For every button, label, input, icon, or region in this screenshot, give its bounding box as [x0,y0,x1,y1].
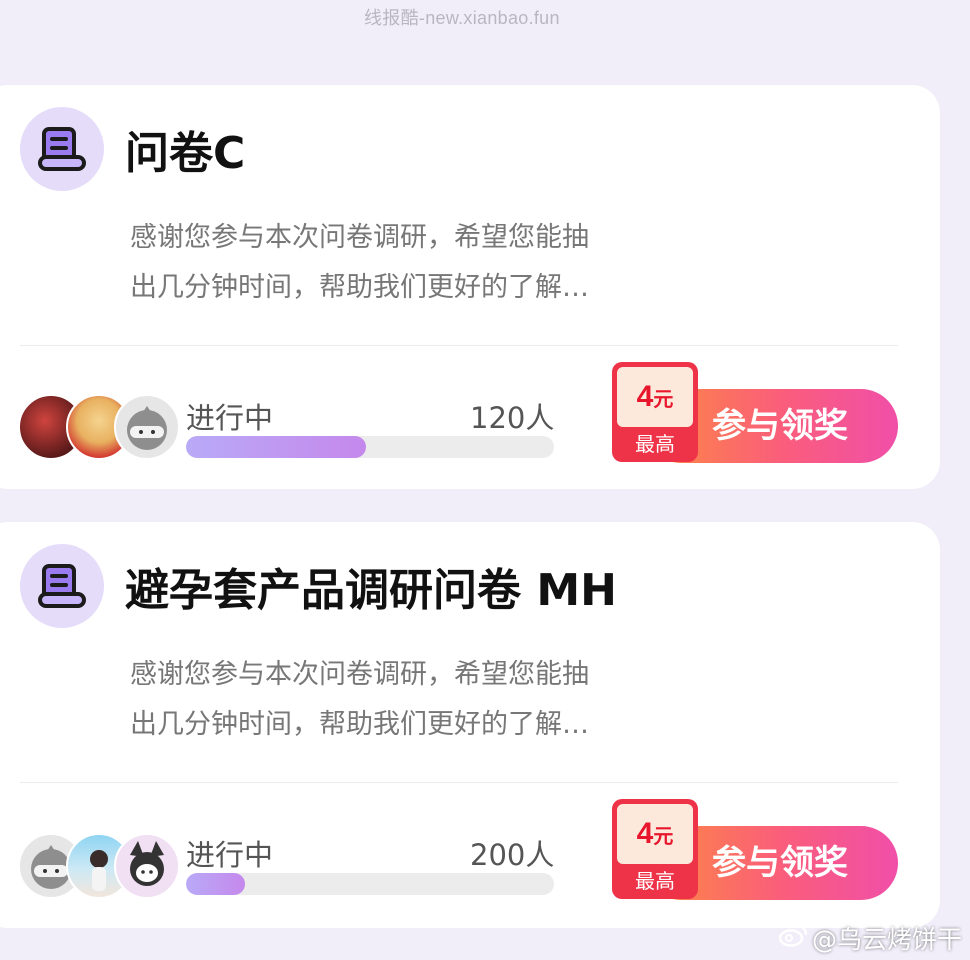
progress-fill [186,436,367,458]
survey-description: 感谢您参与本次问卷调研，希望您能抽 出几分钟时间，帮助我们更好的了解… [130,650,650,750]
reward-amount: 4 [636,817,654,850]
status-label: 进行中 [186,838,274,872]
reward-caption: 最高 [635,869,675,893]
survey-description: 感谢您参与本次问卷调研，希望您能抽 出几分钟时间，帮助我们更好的了解… [130,213,650,313]
description-line: 感谢您参与本次问卷调研，希望您能抽 [130,659,589,690]
reward-amount: 4 [636,380,654,413]
reward-badge: 4元 最高 [612,362,698,462]
survey-title: 避孕套产品调研问卷 MH [125,565,617,616]
survey-title: 问卷C [125,128,246,179]
survey-card[interactable]: 避孕套产品调研问卷 MH 感谢您参与本次问卷调研，希望您能抽 出几分钟时间，帮助… [0,522,940,928]
description-line: 出几分钟时间，帮助我们更好的了解… [130,709,589,740]
progress-fill [186,873,245,895]
reward-unit: 元 [653,389,674,411]
avatar [114,394,180,460]
description-line: 感谢您参与本次问卷调研，希望您能抽 [130,222,589,253]
join-reward-label: 参与领奖 [712,406,848,446]
progress-bar [186,873,554,895]
participant-count: 120人 [470,401,555,435]
status-label: 进行中 [186,401,274,435]
divider [20,782,898,783]
participant-avatars [18,394,180,460]
reward-caption: 最高 [635,432,675,456]
watermark-text: 线报酷-new.xianbao.fun [364,8,560,28]
participant-avatars [18,833,180,899]
join-reward-label: 参与领奖 [712,843,848,883]
survey-card[interactable]: 问卷C 感谢您参与本次问卷调研，希望您能抽 出几分钟时间，帮助我们更好的了解… … [0,85,940,489]
reward-badge: 4元 最高 [612,799,698,899]
weibo-logo-icon [778,923,808,953]
scroll-icon [20,107,104,191]
participant-count: 200人 [470,838,555,872]
weibo-watermark: @乌云烤饼干 [778,920,962,956]
divider [20,345,898,346]
reward-unit: 元 [653,826,674,848]
weibo-handle: @乌云烤饼干 [811,925,962,954]
avatar [114,833,180,899]
progress-bar [186,436,554,458]
description-line: 出几分钟时间，帮助我们更好的了解… [130,272,589,303]
scroll-icon [20,544,104,628]
